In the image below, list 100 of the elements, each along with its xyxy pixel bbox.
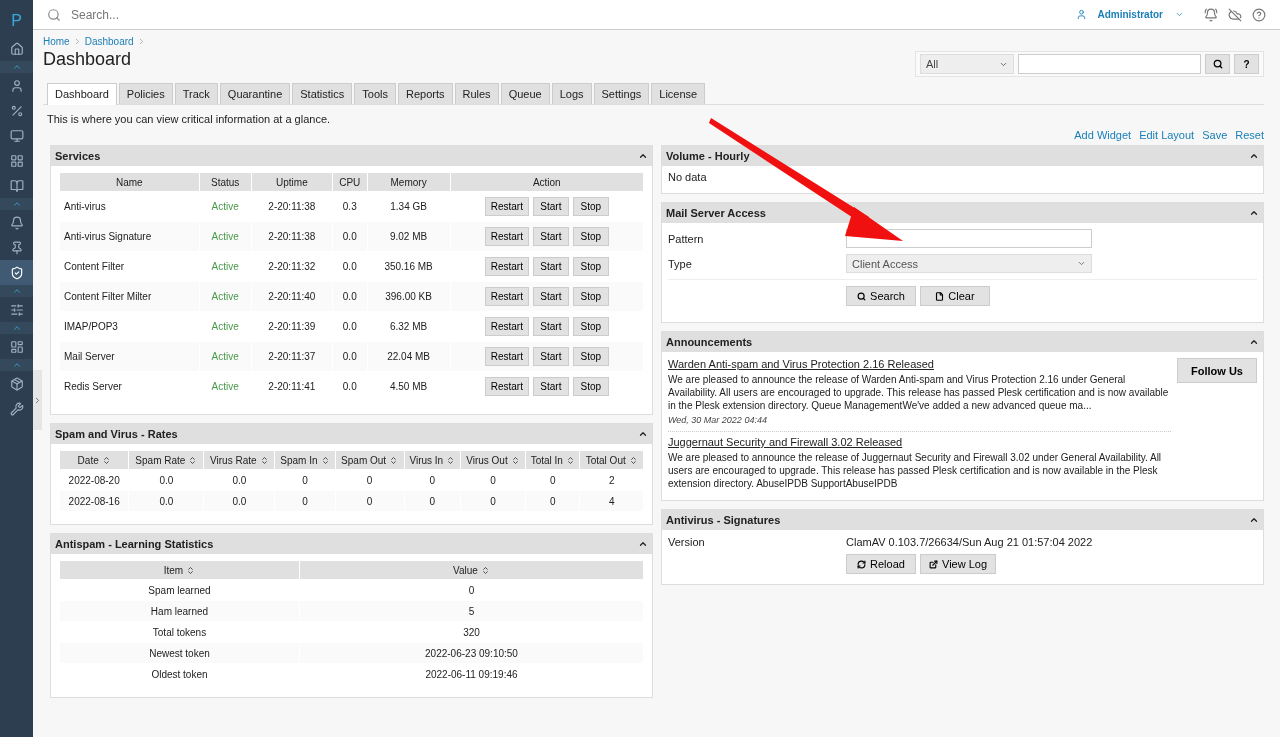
collapse-icon[interactable] (638, 429, 648, 439)
action-button[interactable]: Restart (484, 197, 529, 216)
action-button[interactable]: Restart (484, 317, 529, 336)
collapse-icon[interactable] (1249, 151, 1259, 161)
table-cell: 0.0 (204, 491, 275, 511)
column-header[interactable]: Virus Out (460, 451, 526, 469)
user-menu[interactable]: Administrator (1097, 9, 1163, 20)
action-button[interactable]: Stop (572, 197, 609, 216)
action-button[interactable]: Stop (572, 257, 609, 276)
sort-icon[interactable] (565, 455, 575, 465)
tab[interactable]: Logs (551, 83, 592, 104)
column-header[interactable]: Virus In (404, 451, 460, 469)
action-button[interactable]: Start (532, 287, 569, 306)
view-log-button[interactable]: View Log (920, 554, 997, 574)
action-button[interactable]: Restart (484, 347, 529, 366)
scope-select[interactable]: All (920, 54, 1014, 74)
column-header[interactable]: Date (60, 451, 129, 469)
breadcrumb-link[interactable]: Home (43, 36, 70, 47)
column-header[interactable]: Total Out (580, 451, 643, 469)
action-link[interactable]: Edit Layout (1139, 129, 1195, 141)
sort-icon[interactable] (320, 455, 330, 465)
column-header[interactable]: Spam Rate (129, 451, 204, 469)
filter-field[interactable] (1018, 54, 1201, 74)
column-header[interactable]: Total In (526, 451, 580, 469)
caret-icon (1077, 259, 1086, 268)
type-select[interactable]: Client Access (846, 254, 1092, 273)
sort-icon[interactable] (446, 455, 456, 465)
tab[interactable]: Queue (500, 83, 550, 104)
tab[interactable]: Settings (593, 83, 650, 104)
tab[interactable]: Reports (397, 83, 453, 104)
caret-icon[interactable] (1175, 10, 1184, 19)
sort-icon[interactable] (628, 455, 638, 465)
column-header[interactable]: Item (60, 561, 299, 579)
column-header[interactable]: Spam Out (335, 451, 404, 469)
action-button[interactable]: Start (532, 347, 569, 366)
collapse-icon[interactable] (638, 151, 648, 161)
follow-button[interactable]: Follow Us (1177, 358, 1257, 383)
announcement-link[interactable]: Juggernaut Security and Firewall 3.02 Released (668, 436, 1172, 448)
help-button[interactable]: ? (1234, 54, 1259, 74)
action-button[interactable]: Restart (484, 287, 529, 306)
action-button[interactable]: Restart (484, 377, 529, 396)
tab[interactable]: Policies (118, 83, 173, 104)
collapse-icon[interactable] (1249, 515, 1259, 525)
action-button[interactable]: Start (532, 317, 569, 336)
tab[interactable]: License (651, 83, 706, 104)
action-button[interactable]: Stop (572, 377, 609, 396)
search-button[interactable] (1205, 54, 1230, 74)
action-button[interactable]: Start (532, 227, 569, 246)
announcement-text: We are pleased to announce the release of Juggernaut Security and Firewall 3.02 under General Availability. All users are encouraged to upgrade. This release has passed Plesk certification and is now available in the Plesk extension directory. AbuseIPDB SupportAbuseIPDB (668, 451, 1163, 490)
tab[interactable]: Dashboard (47, 83, 117, 105)
column-header[interactable]: Spam In (275, 451, 335, 469)
column-header[interactable]: Virus Rate (204, 451, 275, 469)
sidebar-item[interactable] (0, 260, 33, 285)
sort-icon[interactable] (510, 455, 520, 465)
action-button[interactable]: Start (532, 197, 569, 216)
action-button[interactable]: Restart (484, 257, 529, 276)
search-field[interactable]: Search... (69, 6, 1067, 23)
cloud-off-icon[interactable] (1228, 7, 1242, 22)
tab[interactable]: Statistics (292, 83, 353, 104)
action-button[interactable]: Stop (572, 227, 609, 246)
action-button[interactable]: Stop (572, 317, 609, 336)
sort-icon[interactable] (186, 565, 196, 575)
help-icon[interactable] (1252, 7, 1266, 22)
action-button[interactable]: Restart (484, 227, 529, 246)
section-toggle[interactable] (0, 285, 33, 297)
pattern-field[interactable] (846, 229, 1092, 248)
section-toggle[interactable] (0, 322, 33, 334)
tab[interactable]: Quarantine (219, 83, 291, 104)
sort-icon[interactable] (101, 455, 111, 465)
action-link[interactable]: Save (1202, 129, 1228, 141)
clear-button[interactable]: Clear (920, 286, 990, 306)
tab[interactable]: Rules (454, 83, 499, 104)
announcement-link[interactable]: Warden Anti-spam and Virus Protection 2.16 Released (668, 358, 1172, 370)
search-button[interactable]: Search (846, 286, 916, 306)
collapse-icon[interactable] (638, 539, 648, 549)
breadcrumb-link[interactable]: Dashboard (84, 36, 134, 47)
action-link[interactable]: Reset (1235, 129, 1264, 141)
section-toggle[interactable] (0, 359, 33, 371)
column-header[interactable]: Value (299, 561, 643, 579)
sort-icon[interactable] (259, 455, 269, 465)
collapse-icon[interactable] (1249, 208, 1259, 218)
sort-icon[interactable] (389, 455, 399, 465)
tab[interactable]: Track (174, 83, 218, 104)
action-button[interactable]: Stop (572, 287, 609, 306)
field-label: Version (668, 536, 706, 548)
collapse-icon[interactable] (1249, 337, 1259, 347)
expand-handle[interactable] (33, 370, 42, 430)
action-button[interactable]: Start (532, 257, 569, 276)
action-button[interactable]: Stop (572, 347, 609, 366)
action-link[interactable]: Add Widget (1074, 129, 1132, 141)
sort-icon[interactable] (480, 565, 490, 575)
tab[interactable]: Tools (354, 83, 396, 104)
sort-icon[interactable] (188, 455, 198, 465)
column-header: Uptime (251, 173, 332, 191)
field-label: Pattern (668, 232, 705, 245)
reload-button[interactable]: Reload (846, 554, 916, 574)
section-toggle[interactable] (0, 61, 33, 73)
bell-icon[interactable] (1204, 7, 1218, 22)
action-button[interactable]: Start (532, 377, 569, 396)
section-toggle[interactable] (0, 198, 33, 210)
